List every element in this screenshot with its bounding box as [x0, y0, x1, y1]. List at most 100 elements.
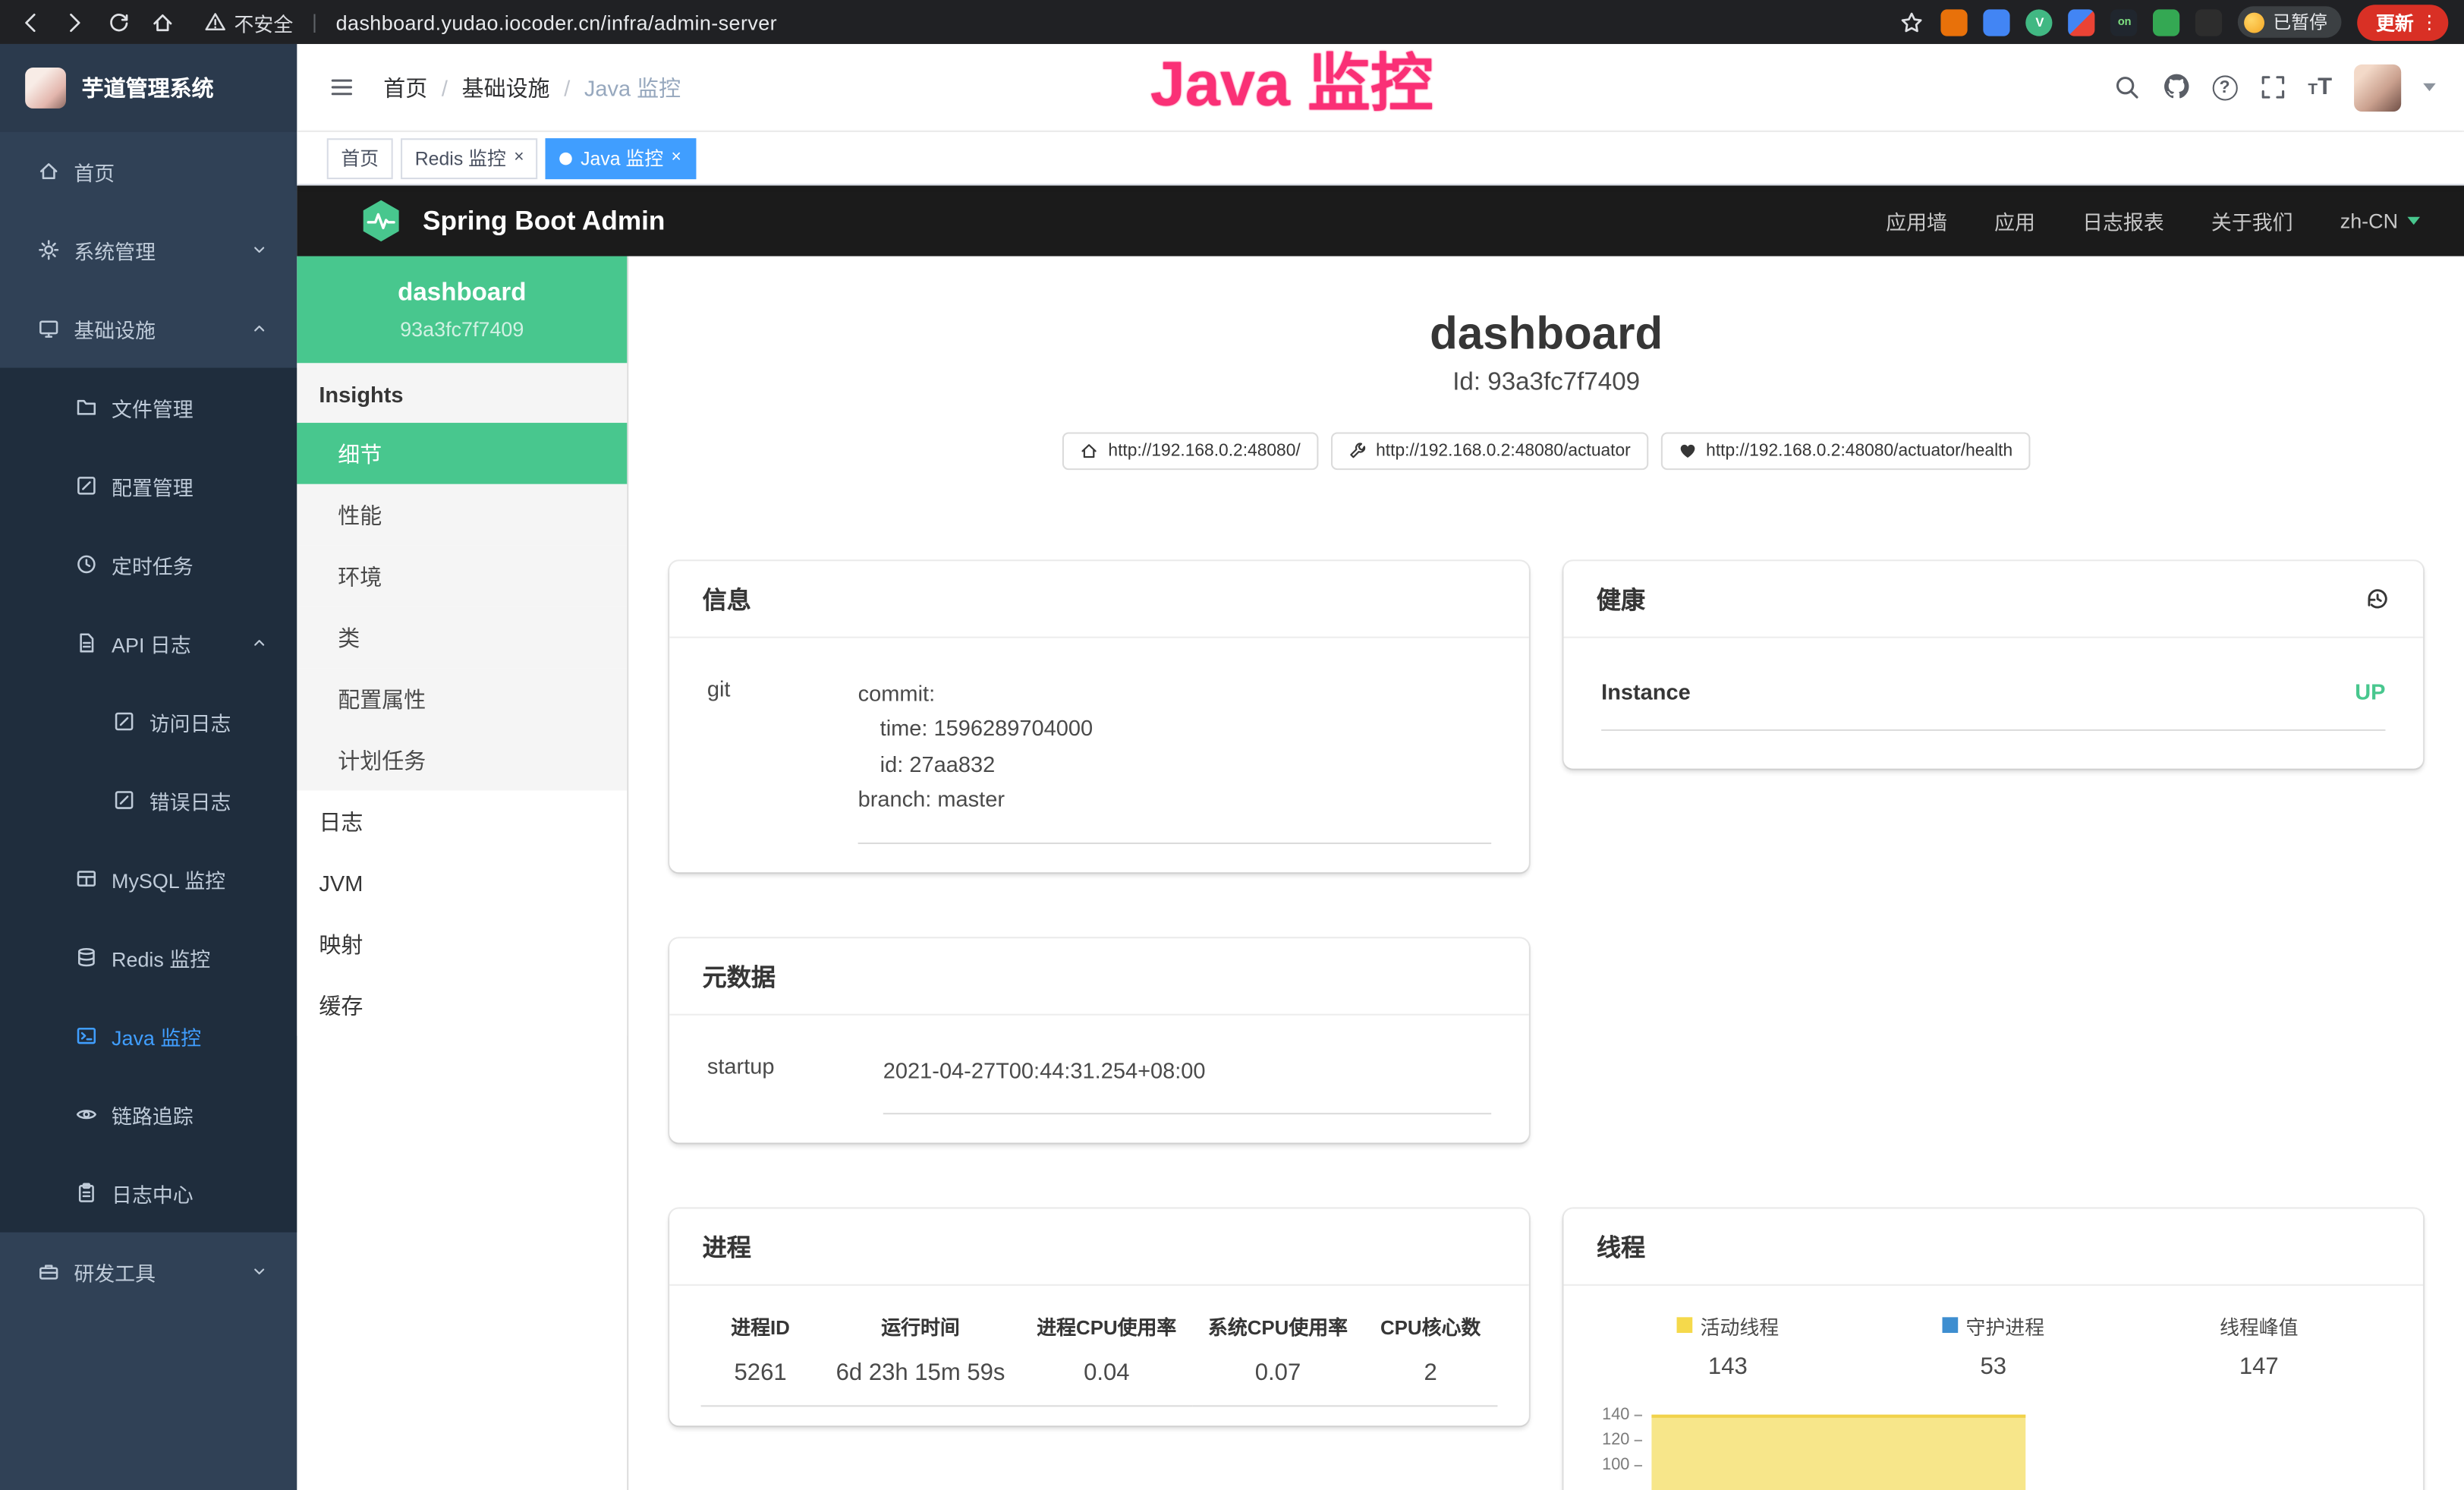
proxy-on-icon[interactable]: on [2111, 8, 2138, 35]
close-icon[interactable]: × [672, 150, 681, 167]
hamburger-icon[interactable] [329, 73, 355, 101]
nav-item-wallboard[interactable]: 应用墙 [1886, 206, 1947, 235]
fullscreen-icon[interactable] [2259, 73, 2286, 101]
info-card: 信息 git commit: time: 1596289704000 id: 2… [669, 561, 1529, 871]
wrench-icon [1348, 442, 1367, 461]
breadcrumb-infra[interactable]: 基础设施 [462, 71, 550, 102]
user-avatar[interactable] [2354, 64, 2401, 111]
sba-item-metrics[interactable]: 性能 [297, 484, 627, 546]
sba-item-details[interactable]: 细节 [297, 423, 627, 484]
breadcrumb-home[interactable]: 首页 [383, 71, 427, 102]
endpoint-actuator-url[interactable]: http://192.168.0.2:48080/actuator [1330, 432, 1647, 470]
extension-icon[interactable] [2154, 8, 2180, 35]
health-card: 健康 Instance UP [1563, 561, 2423, 768]
sidebar-item-dev-tools[interactable]: 研发工具 [0, 1233, 297, 1312]
tab-java-monitor[interactable]: Java 监控 × [546, 137, 696, 178]
card-title: 元数据 [703, 958, 776, 993]
legend-swatch [1942, 1318, 1958, 1334]
sba-sidebar: dashboard 93a3fc7f7409 Insights 细节 性能 环境… [297, 257, 628, 1490]
divider: | [312, 11, 317, 33]
forward-icon[interactable] [60, 8, 88, 36]
nav-item-applications[interactable]: 应用 [1994, 206, 2035, 235]
sba-item-environment[interactable]: 环境 [297, 546, 627, 607]
toolbox-icon [38, 1261, 60, 1283]
star-icon[interactable] [1897, 8, 1925, 36]
dashboard-icon [38, 160, 60, 182]
sba-item-scheduled-tasks[interactable]: 计划任务 [297, 729, 627, 791]
search-icon[interactable] [2113, 73, 2140, 101]
sidebar-item-system[interactable]: 系统管理 [0, 210, 297, 289]
sidebar-item-redis[interactable]: Redis 监控 [0, 918, 297, 997]
kebab-menu-icon[interactable]: ⋮ [2420, 11, 2439, 33]
close-icon[interactable]: × [514, 150, 524, 167]
page-subtitle: Id: 93a3fc7f7409 [669, 370, 2423, 398]
sba-brand[interactable]: Spring Boot Admin [358, 198, 665, 244]
back-icon[interactable] [16, 8, 44, 36]
endpoint-health-url[interactable]: http://192.168.0.2:48080/actuator/health [1660, 432, 2030, 470]
extension-icon[interactable] [2069, 8, 2095, 35]
url-bar[interactable]: dashboard.yudao.iocoder.cn/infra/admin-s… [336, 10, 777, 33]
legend-peak-threads: 线程峰值 [2126, 1311, 2392, 1340]
home-icon [1080, 442, 1099, 461]
sidebar-item-infra[interactable]: 基础设施 [0, 289, 297, 368]
sba-item-classes[interactable]: 类 [297, 606, 627, 668]
sidebar-item-mysql[interactable]: MySQL 监控 [0, 840, 297, 918]
font-size-icon[interactable]: TT [2308, 74, 2332, 100]
instance-header[interactable]: dashboard 93a3fc7f7409 [297, 257, 627, 364]
sidebar-item-home[interactable]: 首页 [0, 132, 297, 211]
sidebar-logo[interactable]: 芋道管理系统 [0, 44, 297, 132]
col-header: 进程CPU使用率 [1021, 1298, 1192, 1347]
legend-daemon-threads: 守护进程 [1861, 1311, 2126, 1340]
sidebar-item-files[interactable]: 文件管理 [0, 368, 297, 447]
row-value: 2021-04-27T00:44:31.254+08:00 [883, 1031, 1491, 1115]
sidebar-item-error-log[interactable]: 错误日志 [0, 761, 297, 840]
spring-boot-admin-frame: Spring Boot Admin 应用墙 应用 日志报表 关于我们 zh-CN [297, 185, 2464, 1490]
extension-icon[interactable] [2196, 8, 2223, 35]
vue-devtools-icon[interactable]: V [2026, 8, 2053, 35]
active-dot [560, 152, 573, 165]
extension-icon[interactable] [1941, 8, 1968, 35]
nav-item-journal[interactable]: 日志报表 [2082, 206, 2164, 235]
sidebar-item-api-log[interactable]: API 日志 [0, 603, 297, 682]
browser-window: 不安全 | dashboard.yudao.iocoder.cn/infra/a… [0, 0, 2464, 1490]
y-axis-tick: 140 [1595, 1405, 1642, 1424]
update-button[interactable]: 更新 ⋮ [2357, 4, 2448, 40]
sidebar-item-java-monitor[interactable]: Java 监控 [0, 997, 297, 1076]
extension-icon[interactable] [1984, 8, 2010, 35]
language-selector[interactable]: zh-CN [2340, 209, 2420, 232]
sba-item-config-props[interactable]: 配置属性 [297, 668, 627, 729]
profile-paused-badge[interactable]: 已暂停 [2239, 6, 2342, 37]
chevron-up-icon [250, 319, 269, 338]
sidebar-item-tracing[interactable]: 链路追踪 [0, 1075, 297, 1154]
sba-navbar: Spring Boot Admin 应用墙 应用 日志报表 关于我们 zh-CN [297, 185, 2464, 256]
history-icon[interactable] [2365, 584, 2390, 613]
help-icon[interactable]: ? [2212, 74, 2237, 99]
sba-item-mappings[interactable]: 映射 [297, 913, 627, 975]
logo-image [25, 68, 66, 109]
security-indicator[interactable]: 不安全 [204, 7, 293, 36]
sidebar-item-config[interactable]: 配置管理 [0, 446, 297, 525]
row-label: Instance [1601, 679, 1691, 704]
card-title: 信息 [703, 581, 751, 616]
sidebar-item-log-center[interactable]: 日志中心 [0, 1154, 297, 1233]
sidebar-item-access-log[interactable]: 访问日志 [0, 682, 297, 761]
github-icon[interactable] [2162, 73, 2190, 102]
breadcrumb-current: Java 监控 [584, 71, 681, 102]
info-row-git: git commit: time: 1596289704000 id: 27aa… [707, 654, 1491, 843]
sba-item-logs[interactable]: 日志 [297, 791, 627, 852]
profile-avatar-icon [2245, 12, 2265, 33]
sidebar-item-jobs[interactable]: 定时任务 [0, 525, 297, 604]
reload-icon[interactable] [104, 8, 132, 36]
home-icon[interactable] [148, 8, 176, 36]
tab-home[interactable]: 首页 [327, 137, 393, 178]
nav-item-about[interactable]: 关于我们 [2211, 206, 2293, 235]
breadcrumb: 首页 / 基础设施 / Java 监控 [383, 71, 681, 102]
chevron-down-icon[interactable] [2423, 83, 2436, 91]
tab-redis-monitor[interactable]: Redis 监控 × [401, 137, 538, 178]
endpoint-service-url[interactable]: http://192.168.0.2:48080/ [1062, 432, 1317, 470]
sba-item-jvm[interactable]: JVM [297, 852, 627, 913]
card-title: 健康 [1597, 581, 1645, 616]
y-axis-tick: 100 [1595, 1455, 1642, 1474]
sba-item-caches[interactable]: 缓存 [297, 975, 627, 1036]
legend-value: 147 [2126, 1353, 2392, 1380]
